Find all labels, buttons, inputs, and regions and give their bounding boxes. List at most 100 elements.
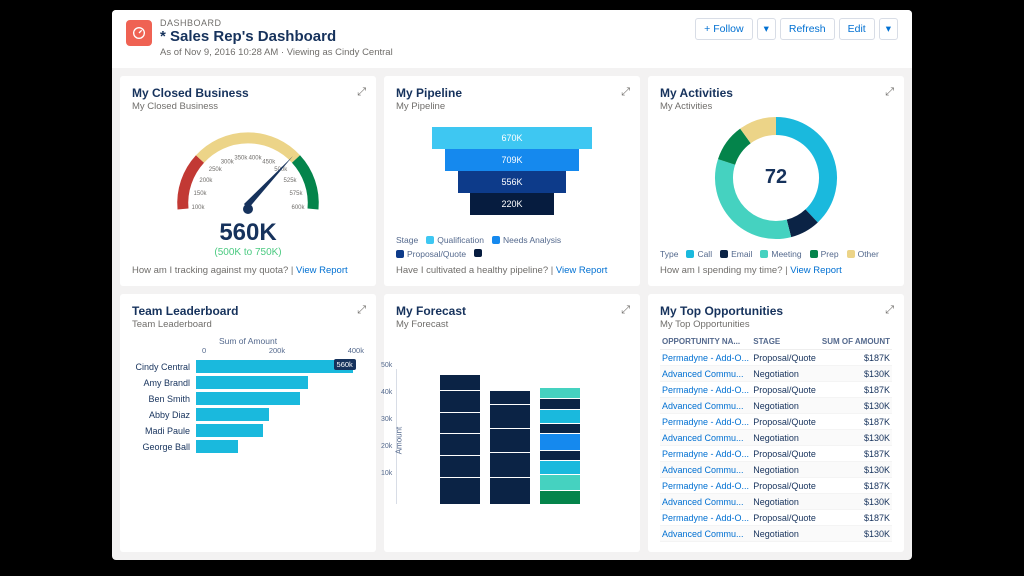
expand-icon[interactable]: ⤢ xyxy=(357,86,366,99)
closed-business-card: ⤢ My Closed Business My Closed Business … xyxy=(120,76,376,286)
svg-text:600k: 600k xyxy=(291,205,305,211)
card-subtitle: My Pipeline xyxy=(396,101,628,112)
col-stage: STAGE xyxy=(751,334,819,350)
legend-item: Qualification xyxy=(426,235,484,245)
follow-button[interactable]: +Follow xyxy=(695,18,752,40)
donut-chart: 72 xyxy=(711,113,841,243)
view-report-link[interactable]: View Report xyxy=(790,265,842,276)
table-row[interactable]: Permadyne - Add-O...Proposal/Quote$187K xyxy=(660,478,892,494)
bar-row: Abby Diaz xyxy=(132,408,364,421)
legend-item: Meeting xyxy=(760,249,801,259)
svg-text:350k: 350k xyxy=(234,155,248,161)
expand-icon[interactable]: ⤢ xyxy=(621,86,630,99)
y-label: Amount xyxy=(394,427,403,455)
col-amount: SUM OF AMOUNT xyxy=(819,334,892,350)
table-row[interactable]: Advanced Commu...Negotiation$130K xyxy=(660,366,892,382)
gauge-chart: 100k150k200k250k300k350k400k450k500k525k… xyxy=(158,114,338,219)
stack-column xyxy=(540,387,580,503)
card-title: My Top Opportunities xyxy=(660,304,892,318)
card-title: My Activities xyxy=(660,86,892,100)
edit-button[interactable]: Edit xyxy=(839,18,875,40)
page-subtitle: As of Nov 9, 2016 10:28 AM · Viewing as … xyxy=(160,47,393,58)
card-subtitle: My Top Opportunities xyxy=(660,319,892,330)
gauge-range: (500K to 750K) xyxy=(214,247,281,258)
svg-text:300k: 300k xyxy=(221,159,235,165)
card-question: How am I tracking against my quota? xyxy=(132,265,288,276)
legend-item: Prep xyxy=(810,249,839,259)
more-menu-button[interactable]: ▾ xyxy=(879,18,898,40)
card-subtitle: Team Leaderboard xyxy=(132,319,364,330)
activities-card: ⤢ My Activities My Activities 72 TypeCal… xyxy=(648,76,904,286)
card-subtitle: My Closed Business xyxy=(132,101,364,112)
card-subtitle: My Activities xyxy=(660,101,892,112)
axis-label: Sum of Amount xyxy=(132,336,364,346)
svg-text:400k: 400k xyxy=(249,155,263,161)
donut-center-value: 72 xyxy=(711,113,841,243)
funnel-chart: 670K709K556K220K xyxy=(432,127,592,215)
svg-text:250k: 250k xyxy=(209,167,223,173)
card-title: Team Leaderboard xyxy=(132,304,364,318)
view-report-link[interactable]: View Report xyxy=(296,265,348,276)
card-subtitle: My Forecast xyxy=(396,319,628,330)
donut-legend: TypeCallEmailMeetingPrepOther xyxy=(660,249,892,259)
header-actions: +Follow ▾ Refresh Edit ▾ xyxy=(695,18,898,40)
bar-row: George Ball xyxy=(132,440,364,453)
card-grid: ⤢ My Closed Business My Closed Business … xyxy=(112,68,912,560)
table-row[interactable]: Advanced Commu...Negotiation$130K xyxy=(660,398,892,414)
svg-text:100k: 100k xyxy=(191,205,205,211)
page-title: * Sales Rep's Dashboard xyxy=(160,28,393,45)
funnel-stage: 670K xyxy=(432,127,592,149)
card-title: My Closed Business xyxy=(132,86,364,100)
expand-icon[interactable]: ⤢ xyxy=(885,304,894,317)
opportunities-table: OPPORTUNITY NA... STAGE SUM OF AMOUNT Pe… xyxy=(660,334,892,542)
svg-text:450k: 450k xyxy=(262,159,276,165)
card-question: Have I cultivated a healthy pipeline? xyxy=(396,265,548,276)
x-ticks: 0200k400k xyxy=(202,346,364,355)
leaderboard-card: ⤢ Team Leaderboard Team Leaderboard Sum … xyxy=(120,294,376,552)
table-row[interactable]: Permadyne - Add-O...Proposal/Quote$187K xyxy=(660,510,892,526)
bar-row: Amy Brandl xyxy=(132,376,364,389)
refresh-button[interactable]: Refresh xyxy=(780,18,835,40)
svg-text:150k: 150k xyxy=(194,190,208,196)
dashboard-icon xyxy=(126,20,152,46)
stack-column xyxy=(440,374,480,504)
expand-icon[interactable]: ⤢ xyxy=(885,86,894,99)
svg-text:200k: 200k xyxy=(199,177,213,183)
legend-item: Proposal/Quote xyxy=(396,249,466,259)
table-row[interactable]: Advanced Commu...Negotiation$130K xyxy=(660,430,892,446)
expand-icon[interactable]: ⤢ xyxy=(621,304,630,317)
stack-column xyxy=(490,390,530,503)
table-row[interactable]: Permadyne - Add-O...Proposal/Quote$187K xyxy=(660,350,892,366)
table-row[interactable]: Permadyne - Add-O...Proposal/Quote$187K xyxy=(660,414,892,430)
table-row[interactable]: Advanced Commu...Negotiation$130K xyxy=(660,526,892,542)
gauge-value: 560K xyxy=(219,219,276,247)
svg-text:575k: 575k xyxy=(289,190,303,196)
dashboard-app: DASHBOARD * Sales Rep's Dashboard As of … xyxy=(112,10,912,560)
view-report-link[interactable]: View Report xyxy=(556,265,608,276)
card-question: How am I spending my time? xyxy=(660,265,783,276)
card-title: My Pipeline xyxy=(396,86,628,100)
opportunities-card: ⤢ My Top Opportunities My Top Opportunit… xyxy=(648,294,904,552)
chevron-down-icon[interactable]: ▾ xyxy=(757,18,776,40)
legend-item: Email xyxy=(720,249,752,259)
card-title: My Forecast xyxy=(396,304,628,318)
legend-item: Needs Analysis xyxy=(492,235,561,245)
funnel-stage: 220K xyxy=(470,193,553,215)
table-row[interactable]: Permadyne - Add-O...Proposal/Quote$187K xyxy=(660,446,892,462)
col-opportunity: OPPORTUNITY NA... xyxy=(660,334,751,350)
table-row[interactable]: Permadyne - Add-O...Proposal/Quote$187K xyxy=(660,382,892,398)
legend-item: Other xyxy=(847,249,879,259)
expand-icon[interactable]: ⤢ xyxy=(357,304,366,317)
table-row[interactable]: Advanced Commu...Negotiation$130K xyxy=(660,494,892,510)
header: DASHBOARD * Sales Rep's Dashboard As of … xyxy=(112,10,912,68)
funnel-stage: 556K xyxy=(458,171,567,193)
pipeline-card: ⤢ My Pipeline My Pipeline 670K709K556K22… xyxy=(384,76,640,286)
funnel-legend: StageQualificationNeeds AnalysisProposal… xyxy=(396,235,628,259)
table-row[interactable]: Advanced Commu...Negotiation$130K xyxy=(660,462,892,478)
funnel-stage: 709K xyxy=(445,149,579,171)
bar-row: Madi Paule xyxy=(132,424,364,437)
svg-text:525k: 525k xyxy=(284,177,298,183)
stacked-bar-chart: Amount 10k20k30k40k50k xyxy=(396,369,616,504)
forecast-card: ⤢ My Forecast My Forecast Amount 10k20k3… xyxy=(384,294,640,552)
bar-row: Cindy Central560k xyxy=(132,360,364,373)
